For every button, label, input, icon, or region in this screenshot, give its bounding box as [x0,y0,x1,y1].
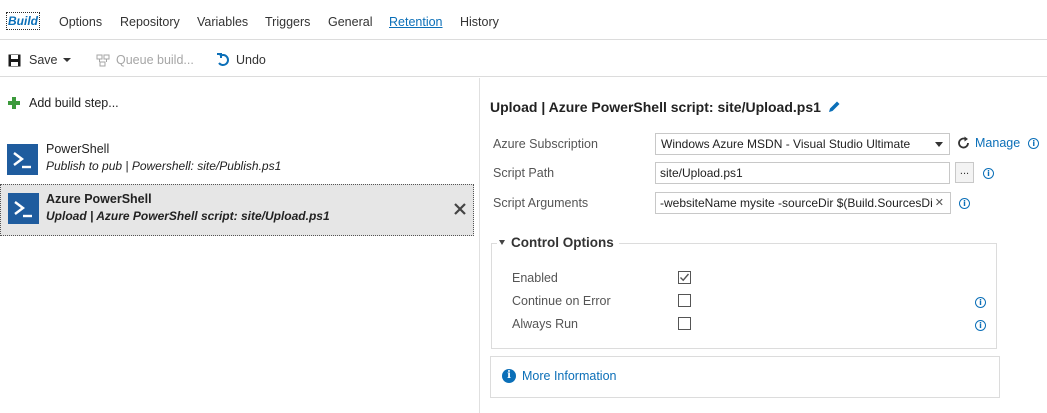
save-label: Save [29,53,58,67]
manage-link[interactable]: Manage i [957,136,1040,150]
enabled-checkbox[interactable] [678,271,691,284]
powershell-icon [7,144,38,175]
always-run-label: Always Run [512,317,578,331]
control-options-group: Control Options Enabled Continue on Erro… [491,235,997,349]
info-icon[interactable]: i [975,320,986,331]
chevron-down-icon [935,142,943,147]
build-step-powershell[interactable]: PowerShell Publish to pub | Powershell: … [0,136,474,188]
top-tabs: Build Options Repository Variables Trigg… [0,0,1047,40]
tab-retention[interactable]: Retention [389,15,443,29]
script-path-value: site/Upload.ps1 [660,166,743,180]
info-icon[interactable]: i [975,297,986,308]
step-details-panel: Upload | Azure PowerShell script: site/U… [481,78,1047,413]
build-step-azure-powershell[interactable]: Azure PowerShell Upload | Azure PowerShe… [0,184,474,236]
undo-icon [217,53,229,66]
chevron-down-icon[interactable] [62,58,71,62]
step-description: Upload | Azure PowerShell script: site/U… [46,209,330,223]
control-options-toggle[interactable]: Control Options [497,235,619,250]
continue-on-error-label: Continue on Error [512,294,611,308]
azure-subscription-value: Windows Azure MSDN - Visual Studio Ultim… [661,137,911,151]
undo-button[interactable]: Undo [216,53,266,67]
script-arguments-value: -websiteName mysite -sourceDir $(Build.S… [660,196,937,210]
clear-icon[interactable]: ✕ [931,196,944,209]
control-options-title: Control Options [511,235,614,250]
tab-repository[interactable]: Repository [120,15,180,29]
tab-variables[interactable]: Variables [197,15,248,29]
browse-button[interactable]: ... [955,162,974,183]
step-name: Azure PowerShell [46,192,152,206]
refresh-icon[interactable] [957,136,971,150]
enabled-label: Enabled [512,271,558,285]
azure-subscription-select[interactable]: Windows Azure MSDN - Visual Studio Ultim… [655,133,950,155]
script-arguments-label: Script Arguments [493,196,589,210]
info-icon[interactable]: i [959,198,970,209]
tab-general[interactable]: General [328,15,372,29]
step-title: Upload | Azure PowerShell script: site/U… [490,99,841,115]
script-arguments-input[interactable]: -websiteName mysite -sourceDir $(Build.S… [655,192,951,214]
save-button[interactable]: Save [8,53,71,67]
more-information-box: i More Information [490,356,1000,398]
close-icon[interactable] [453,202,467,216]
script-path-label: Script Path [493,166,555,180]
info-icon[interactable]: i [1028,137,1040,149]
powershell-icon [8,193,39,224]
tab-options[interactable]: Options [59,15,102,29]
info-icon[interactable]: i [983,168,994,179]
save-icon [8,54,21,66]
plus-icon [8,97,20,109]
azure-subscription-label: Azure Subscription [493,137,598,151]
queue-build-button[interactable]: Queue build... [96,53,194,67]
build-steps-panel: Add build step... PowerShell Publish to … [0,78,480,413]
tab-triggers[interactable]: Triggers [265,15,310,29]
more-information-link[interactable]: i More Information [502,369,616,383]
toolbar: Save Queue build... Undo [0,41,1047,77]
info-icon: i [502,369,516,383]
edit-pencil-icon[interactable] [827,100,841,114]
always-run-checkbox[interactable] [678,317,691,330]
manage-label: Manage [975,136,1021,150]
step-title-text: Upload | Azure PowerShell script: site/U… [490,99,821,115]
queue-build-label: Queue build... [116,53,194,67]
more-information-label: More Information [522,369,617,383]
checkmark-icon [680,273,690,282]
add-build-step-button[interactable]: Add build step... [8,96,119,110]
tab-build[interactable]: Build [6,12,40,30]
tab-history[interactable]: History [460,15,499,29]
continue-on-error-checkbox[interactable] [678,294,691,307]
undo-label: Undo [236,53,266,67]
add-build-step-label: Add build step... [29,96,119,110]
script-path-input[interactable]: site/Upload.ps1 [655,162,950,184]
step-description: Publish to pub | Powershell: site/Publis… [46,159,282,173]
queue-build-icon [96,54,110,66]
step-name: PowerShell [46,142,110,156]
collapse-triangle-icon [499,240,505,245]
